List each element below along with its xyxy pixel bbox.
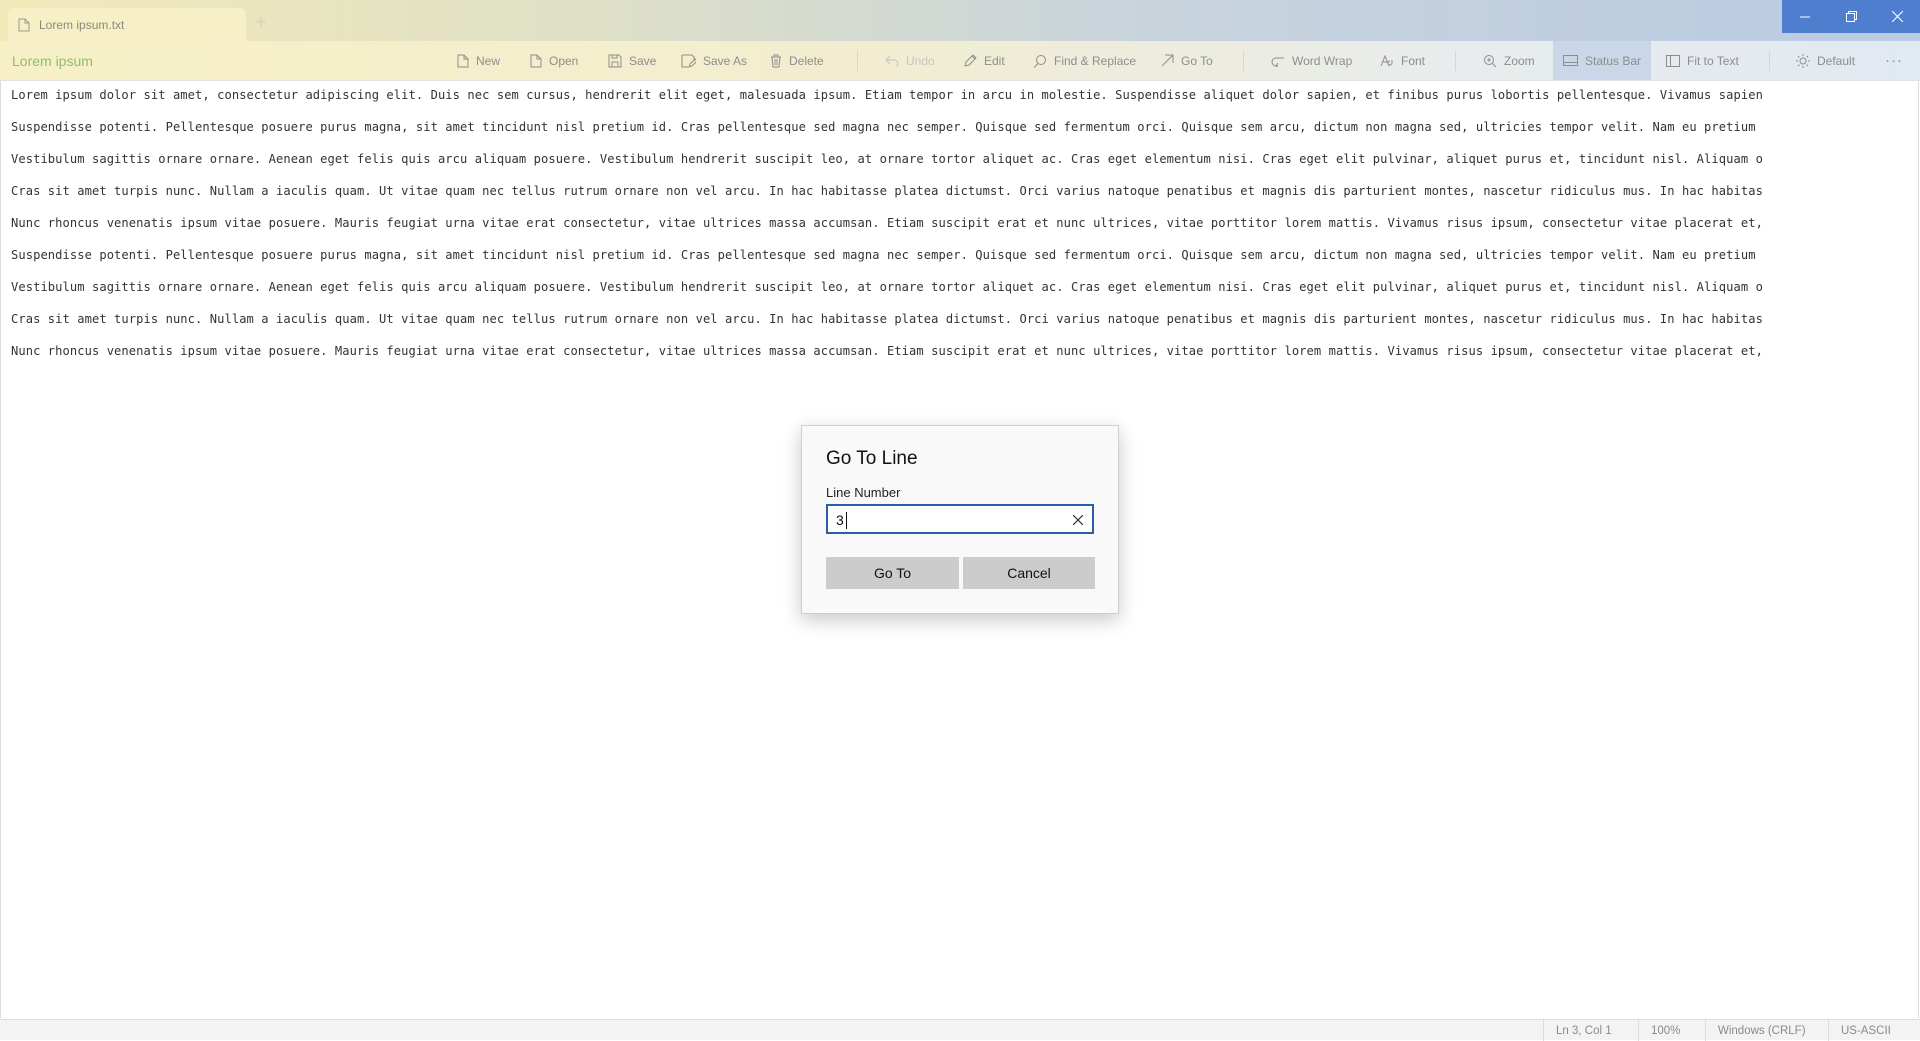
restore-button[interactable] — [1828, 0, 1874, 33]
save-icon — [608, 54, 622, 67]
word-wrap-icon — [1271, 57, 1284, 67]
go-to-button[interactable]: Go To — [826, 557, 959, 589]
document-icon — [18, 18, 30, 32]
more-options-button[interactable]: ··· — [1885, 41, 1903, 80]
go-to-label: Go To — [1181, 53, 1213, 68]
close-icon — [1891, 11, 1903, 22]
zoom-button[interactable]: Zoom — [1483, 41, 1535, 80]
edit-button[interactable]: Edit — [963, 41, 1005, 80]
clear-icon — [1073, 515, 1083, 525]
status-bar-toggle[interactable]: Status Bar — [1553, 41, 1652, 80]
undo-icon — [885, 55, 899, 67]
save-label: Save — [629, 53, 657, 68]
editor-line: Suspendisse potenti. Pellentesque posuer… — [11, 120, 1756, 134]
close-window-button[interactable] — [1874, 0, 1920, 33]
cancel-button[interactable]: Cancel — [963, 557, 1095, 589]
save-as-button[interactable]: Save As — [681, 41, 747, 80]
minimize-button[interactable] — [1782, 0, 1828, 33]
zoom-icon — [1484, 54, 1497, 67]
text-caret — [846, 512, 847, 529]
editor-line: Cras sit amet turpis nunc. Nullam a iacu… — [11, 312, 1763, 326]
line-number-input[interactable] — [836, 511, 1056, 529]
font-icon — [1380, 54, 1393, 66]
fit-to-text-label: Fit to Text — [1687, 53, 1739, 68]
delete-button[interactable]: Delete — [770, 41, 824, 80]
line-number-label: Line Number — [826, 485, 901, 500]
save-button[interactable]: Save — [608, 41, 656, 80]
fit-to-text-button[interactable]: Fit to Text — [1666, 41, 1739, 80]
dialog-title: Go To Line — [826, 448, 918, 469]
toolbar-divider — [1243, 51, 1244, 71]
app-name: Lorem ipsum — [12, 53, 93, 69]
open-file-icon — [530, 54, 542, 67]
minimize-icon — [1800, 16, 1810, 17]
tab-title: Lorem ipsum.txt — [39, 17, 125, 32]
status-bar-label: Status Bar — [1585, 53, 1642, 68]
editor-line: Suspendisse potenti. Pellentesque posuer… — [11, 248, 1756, 262]
word-wrap-label: Word Wrap — [1292, 53, 1353, 68]
sun-icon — [1796, 53, 1810, 68]
theme-button[interactable]: Default — [1796, 41, 1855, 80]
editor-line: Nunc rhoncus venenatis ipsum vitae posue… — [11, 344, 1763, 358]
new-file-icon — [457, 54, 469, 67]
editor-line: Cras sit amet turpis nunc. Nullam a iacu… — [11, 184, 1763, 198]
line-number-field[interactable] — [826, 504, 1094, 534]
editor-line: Lorem ipsum dolor sit amet, consectetur … — [11, 88, 1763, 102]
go-to-line-dialog: Go To Line Line Number Go To Cancel — [801, 425, 1119, 614]
window-controls — [1782, 0, 1920, 33]
cursor-position[interactable]: Ln 3, Col 1 — [1543, 1020, 1624, 1041]
word-wrap-button[interactable]: Word Wrap — [1271, 41, 1352, 80]
arrow-up-right-icon — [1161, 54, 1174, 67]
new-label: New — [476, 53, 501, 68]
editor-line: Nunc rhoncus venenatis ipsum vitae posue… — [11, 216, 1763, 230]
open-label: Open — [549, 53, 579, 68]
new-button[interactable]: New — [457, 41, 500, 80]
save-as-icon — [681, 54, 696, 68]
find-replace-label: Find & Replace — [1054, 53, 1137, 68]
zoom-label: Zoom — [1504, 53, 1535, 68]
toolbar: Lorem ipsum New Open Save Save As Delete… — [0, 41, 1920, 81]
tab-lorem-ipsum[interactable]: Lorem ipsum.txt — [8, 8, 246, 41]
clear-input-button[interactable] — [1070, 512, 1086, 528]
toolbar-divider — [1455, 51, 1456, 71]
toolbar-divider — [857, 51, 858, 71]
search-icon — [1033, 54, 1046, 68]
fit-to-text-icon — [1666, 54, 1680, 67]
save-as-label: Save As — [703, 53, 748, 68]
editor-line: Vestibulum sagittis ornare ornare. Aenea… — [11, 152, 1763, 166]
pencil-icon — [964, 53, 977, 67]
go-to-button[interactable]: Go To — [1161, 41, 1213, 80]
status-bar-icon — [1563, 55, 1578, 66]
toolbar-divider — [1769, 51, 1770, 71]
editor-line: Vestibulum sagittis ornare ornare. Aenea… — [11, 280, 1763, 294]
edit-label: Edit — [984, 53, 1005, 68]
font-button[interactable]: Font — [1380, 41, 1425, 80]
undo-button[interactable]: Undo — [885, 41, 935, 80]
status-bar: Ln 3, Col 1 100% Windows (CRLF) US-ASCII — [0, 1019, 1920, 1041]
find-replace-button[interactable]: Find & Replace — [1033, 41, 1136, 80]
restore-icon — [1845, 11, 1857, 22]
open-button[interactable]: Open — [530, 41, 578, 80]
encoding[interactable]: US-ASCII — [1828, 1020, 1903, 1041]
theme-label: Default — [1817, 53, 1856, 68]
trash-icon — [771, 54, 781, 67]
font-label: Font — [1401, 53, 1426, 68]
delete-label: Delete — [789, 53, 824, 68]
new-tab-button[interactable]: + — [256, 13, 267, 31]
title-bar: Lorem ipsum.txt + — [0, 0, 1920, 41]
line-ending[interactable]: Windows (CRLF) — [1705, 1020, 1818, 1041]
zoom-level[interactable]: 100% — [1638, 1020, 1692, 1041]
undo-label: Undo — [906, 53, 935, 68]
